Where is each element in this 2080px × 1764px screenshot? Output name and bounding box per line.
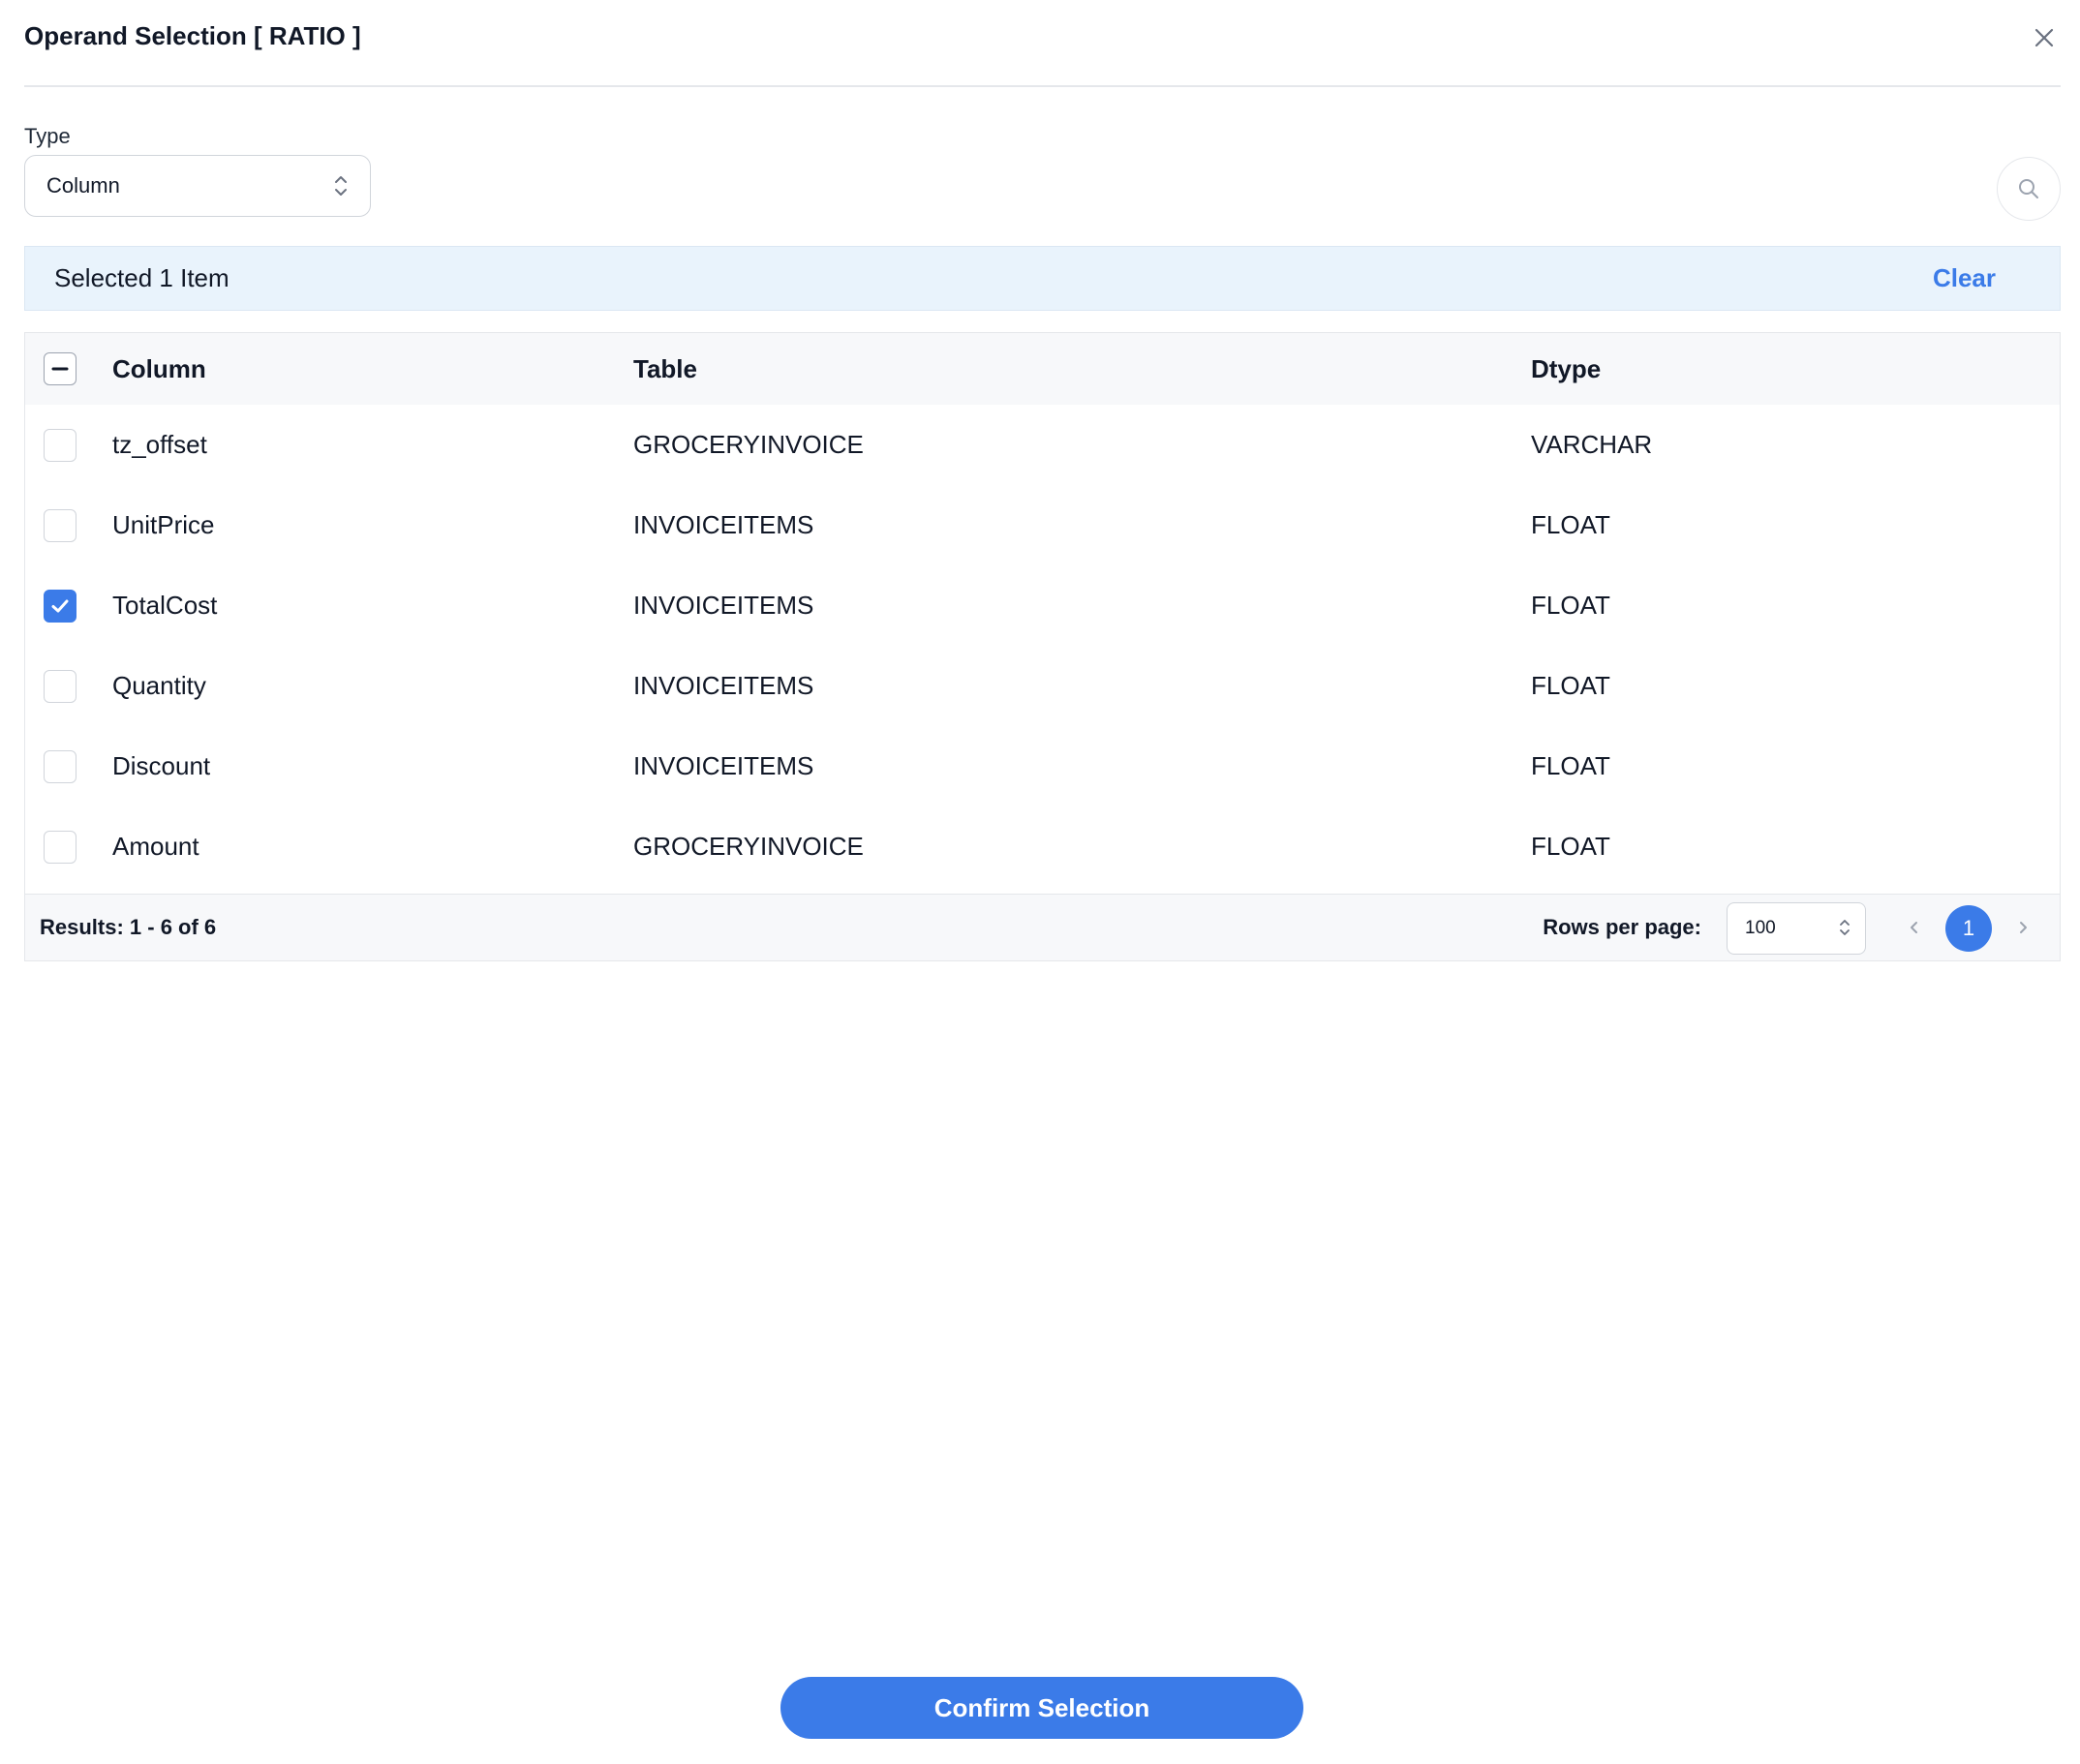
header-dtype[interactable]: Dtype xyxy=(1531,333,1601,405)
cell-table: INVOICEITEMS xyxy=(633,671,814,700)
chevron-right-icon xyxy=(2020,922,2027,933)
table-row[interactable]: Quantity INVOICEITEMS FLOAT xyxy=(25,646,2060,727)
chevron-up-down-icon xyxy=(335,176,347,196)
header-column[interactable]: Column xyxy=(112,333,206,405)
cell-dtype: VARCHAR xyxy=(1531,430,1653,459)
cell-dtype: FLOAT xyxy=(1531,751,1610,780)
next-page-button[interactable] xyxy=(2011,916,2034,939)
rows-per-page-select[interactable]: 100 xyxy=(1727,902,1866,955)
rows-per-page-value: 100 xyxy=(1745,918,1776,938)
confirm-selection-button[interactable]: Confirm Selection xyxy=(780,1677,1303,1739)
cell-table: INVOICEITEMS xyxy=(633,591,814,620)
cell-dtype: FLOAT xyxy=(1531,832,1610,861)
cell-dtype: FLOAT xyxy=(1531,671,1610,700)
minus-icon xyxy=(51,367,69,371)
cell-column: tz_offset xyxy=(112,430,207,459)
close-icon xyxy=(2034,28,2054,47)
previous-page-button[interactable] xyxy=(1903,916,1926,939)
columns-table: Column Table Dtype tz_offset GROCERYINVO… xyxy=(24,332,2061,961)
clear-selection-button[interactable]: Clear xyxy=(1933,263,1996,293)
search-icon xyxy=(2019,179,2038,198)
row-checkbox[interactable] xyxy=(44,428,76,462)
cell-table: GROCERYINVOICE xyxy=(633,832,864,861)
cell-column: UnitPrice xyxy=(112,510,215,539)
table-row[interactable]: Amount GROCERYINVOICE FLOAT xyxy=(25,806,2060,887)
dialog-title: Operand Selection [ RATIO ] xyxy=(24,21,361,50)
page-button-current[interactable]: 1 xyxy=(1945,905,1992,952)
search-button[interactable] xyxy=(1997,157,2061,221)
operand-selection-dialog: Operand Selection [ RATIO ] Type Column … xyxy=(0,0,2080,1764)
cell-column: TotalCost xyxy=(112,591,218,620)
row-checkbox[interactable] xyxy=(44,830,76,864)
row-checkbox[interactable] xyxy=(44,669,76,703)
cell-column: Quantity xyxy=(112,671,206,700)
table-row[interactable]: Discount INVOICEITEMS FLOAT xyxy=(25,726,2060,807)
row-checkbox[interactable] xyxy=(44,508,76,542)
cell-dtype: FLOAT xyxy=(1531,510,1610,539)
type-select[interactable]: Column xyxy=(24,155,371,217)
table-footer: Results: 1 - 6 of 6 Rows per page: 100 1 xyxy=(25,894,2060,960)
cell-dtype: FLOAT xyxy=(1531,591,1610,620)
table-row[interactable]: UnitPrice INVOICEITEMS FLOAT xyxy=(25,485,2060,566)
type-label: Type xyxy=(24,124,71,148)
results-count: Results: 1 - 6 of 6 xyxy=(40,915,217,939)
table-row[interactable]: TotalCost INVOICEITEMS FLOAT xyxy=(25,565,2060,647)
selection-bar: Selected 1 Item Clear xyxy=(24,246,2061,311)
chevron-up-down-icon xyxy=(1840,920,1850,935)
checkmark-icon xyxy=(51,599,69,612)
cell-column: Amount xyxy=(112,832,199,861)
table-header-row: Column Table Dtype xyxy=(25,333,2060,406)
table-row[interactable]: tz_offset GROCERYINVOICE VARCHAR xyxy=(25,405,2060,486)
chevron-left-icon xyxy=(1911,922,1917,933)
select-all-checkbox[interactable] xyxy=(44,352,76,385)
cell-table: INVOICEITEMS xyxy=(633,751,814,780)
cell-column: Discount xyxy=(112,751,211,780)
row-checkbox[interactable] xyxy=(44,749,76,783)
close-button[interactable] xyxy=(2028,21,2061,54)
dialog-header: Operand Selection [ RATIO ] xyxy=(24,0,2061,87)
selection-count: Selected 1 Item xyxy=(54,263,229,292)
type-select-value: Column xyxy=(46,173,120,198)
row-checkbox-checked[interactable] xyxy=(44,589,76,623)
cell-table: INVOICEITEMS xyxy=(633,510,814,539)
rows-per-page-label: Rows per page: xyxy=(1543,915,1701,939)
header-table[interactable]: Table xyxy=(633,333,697,405)
cell-table: GROCERYINVOICE xyxy=(633,430,864,459)
